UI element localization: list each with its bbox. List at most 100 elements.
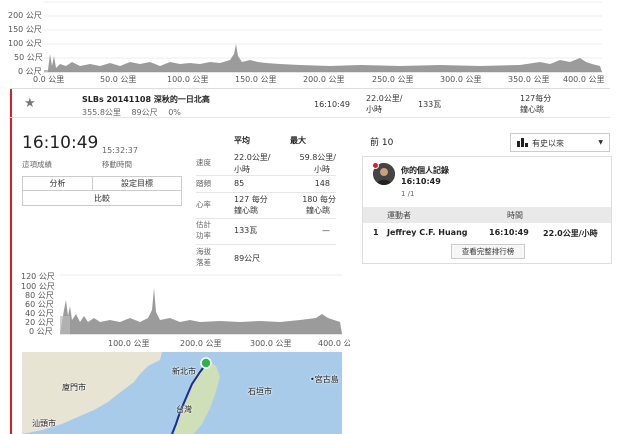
stat-max: —	[322, 226, 330, 235]
filter-label: 有史以來	[532, 139, 564, 148]
map-label-ishigaki: 石垣市	[248, 387, 272, 396]
elapsed-time-label: 移動時間	[102, 160, 132, 169]
segment-speed: 22.0公里/ 小時	[366, 93, 403, 115]
stat-label: 估計	[196, 220, 211, 229]
y-tick: 150 公尺	[8, 25, 42, 34]
segment-heartrate: 127每分 鐘心跳	[520, 93, 551, 115]
map-label-miyako-text: 宮古島	[314, 375, 339, 384]
stats-avg-header: 平均	[234, 136, 250, 145]
stats-row-cadence: 踏頻 85 148	[196, 178, 338, 192]
x-tick: 200.0 公里	[303, 75, 344, 84]
chevron-down-icon: ▼	[598, 139, 603, 146]
segment-distance: 355.8公里	[82, 108, 121, 117]
stats-row-elevation: 海拔 落差 89公尺	[196, 247, 338, 271]
leaderboard-title: 前 10	[370, 138, 394, 148]
effort-elevation-chart[interactable]: 120 公尺 100 公尺 80 公尺 60 公尺 40 公尺 20 公尺 0 …	[20, 270, 350, 350]
leaderboard-header: 運動者 時間	[363, 207, 611, 223]
x-tick: 0.0 公里	[33, 75, 64, 84]
segment-grade: 0%	[168, 108, 181, 117]
x-tick: 350.0 公里	[508, 75, 549, 84]
divider	[196, 218, 336, 219]
y-tick: 200 公尺	[8, 11, 42, 20]
route-map[interactable]: 廈門市 汕頭市 新北市 台灣 石垣市 •宮古島	[22, 352, 342, 434]
x-tick: 100.0 公里	[108, 339, 149, 348]
y-tick: 120 公尺	[21, 272, 55, 281]
segment-row[interactable]: ★ SLBs 20141108 深秋的一日北高 355.8公里 89公尺 0% …	[10, 88, 610, 118]
table-row[interactable]: 1 Jeffrey C.F. Huang 16:10:49 22.0公里/小時	[363, 225, 611, 241]
x-tick: 250.0 公里	[372, 75, 413, 84]
elevation-profile-chart[interactable]: 200 公尺 150 公尺 100 公尺 50 公尺 0 公尺 0.0 公里 5…	[0, 0, 612, 88]
y-tick: 100 公尺	[8, 39, 42, 48]
stat-label: 心率	[196, 200, 211, 209]
divider	[196, 244, 336, 245]
x-tick: 200.0 公里	[180, 339, 221, 348]
leaderboard-panel: 你的個人記錄 16:10:49 1 /1 運動者 時間 1 Jeffrey C.…	[362, 156, 612, 264]
col-time: 時間	[507, 211, 523, 220]
analyze-button[interactable]: 分析	[23, 177, 93, 191]
x-tick: 400.0 公里	[318, 339, 350, 348]
col-athlete: 運動者	[387, 211, 411, 220]
row-time: 16:10:49	[489, 228, 529, 237]
personal-record-time: 16:10:49	[401, 177, 441, 186]
y-tick: 50 公尺	[14, 53, 43, 62]
stat-avg: 22.0公里/	[234, 153, 271, 162]
stats-row-power: 估計 功率 133瓦 —	[196, 220, 338, 244]
effort-time-label: 這項成績	[22, 160, 52, 169]
elapsed-time: 15:32:37	[102, 146, 138, 155]
stat-max-unit: 鐘心跳	[306, 206, 330, 215]
set-goal-button[interactable]: 設定目標	[93, 177, 181, 191]
bar-chart-icon	[517, 138, 528, 149]
stat-label: 功率	[196, 231, 211, 240]
stat-avg: 85	[234, 179, 245, 188]
x-tick: 300.0 公里	[250, 339, 291, 348]
personal-record-title: 你的個人記錄	[401, 166, 449, 175]
segment-name[interactable]: SLBs 20141108 深秋的一日北高	[82, 94, 210, 105]
map-label-taiwan: 台灣	[176, 405, 192, 414]
personal-record-rank: 1 /1	[401, 190, 415, 198]
map-label-taipei: 新北市	[172, 367, 196, 376]
stat-label: 踏頻	[196, 179, 211, 188]
stat-max: 148	[314, 179, 330, 188]
divider	[196, 175, 336, 176]
row-athlete[interactable]: Jeffrey C.F. Huang	[387, 228, 468, 237]
stat-label: 速度	[196, 158, 211, 167]
stat-avg: 89公尺	[234, 254, 261, 263]
segment-hr-unit: 鐘心跳	[520, 105, 544, 114]
map-graphic	[22, 352, 220, 434]
segment-meta: 355.8公里 89公尺 0%	[82, 107, 189, 118]
selected-accent-bar	[10, 88, 12, 434]
stats-row-heartrate: 心率 127 每分 鐘心跳 180 每分 鐘心跳	[196, 194, 338, 220]
y-tick: 80 公尺	[25, 291, 54, 300]
stat-label: 落差	[196, 258, 211, 267]
view-full-leaderboard-button[interactable]: 查看完整排行榜	[451, 244, 525, 259]
segment-time: 16:10:49	[314, 100, 350, 109]
row-rank: 1	[373, 228, 379, 237]
segment-power: 133瓦	[418, 100, 442, 109]
row-speed: 22.0公里/小時	[543, 229, 598, 238]
map-label-xiamen: 廈門市	[62, 383, 86, 392]
action-buttons: 分析 設定目標 比較	[22, 176, 182, 206]
stat-avg-unit: 鐘心跳	[234, 206, 258, 215]
pr-badge-icon	[372, 162, 379, 169]
segment-hr-value: 127每分	[520, 94, 552, 103]
segment-speed-value: 22.0公里/	[366, 94, 403, 103]
compare-button[interactable]: 比較	[23, 192, 181, 206]
map-label-shantou: 汕頭市	[32, 419, 56, 428]
stat-avg: 133瓦	[234, 226, 258, 235]
y-tick: 100 公尺	[21, 282, 55, 291]
route-start-marker	[200, 357, 212, 369]
stat-max: 59.8公里/	[299, 153, 336, 162]
y-tick: 40 公尺	[25, 309, 54, 318]
star-icon[interactable]: ★	[24, 96, 36, 111]
x-tick: 150.0 公里	[235, 75, 276, 84]
x-tick: 50.0 公里	[100, 75, 136, 84]
stats-max-header: 最大	[290, 136, 306, 145]
stat-label: 海拔	[196, 247, 211, 256]
elevation-area	[60, 288, 342, 334]
x-tick: 300.0 公里	[440, 75, 481, 84]
y-tick: 60 公尺	[25, 300, 54, 309]
effort-time: 16:10:49	[22, 133, 99, 153]
divider	[196, 192, 336, 193]
map-label-miyako: •宮古島	[310, 375, 339, 384]
leaderboard-filter-dropdown[interactable]: 有史以來 ▼	[510, 133, 610, 152]
